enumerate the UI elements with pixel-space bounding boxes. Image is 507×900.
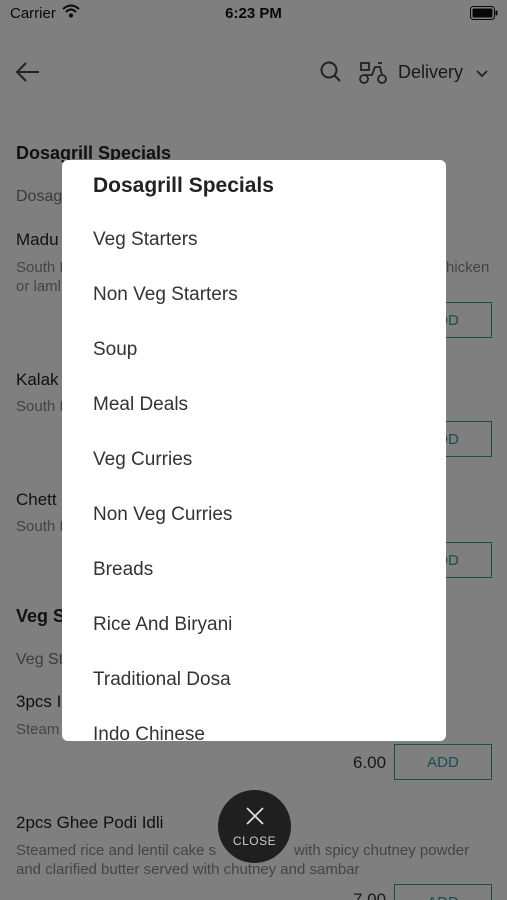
category-item[interactable]: Veg Starters (62, 212, 446, 267)
category-item[interactable]: Non Veg Curries (62, 487, 446, 542)
category-item[interactable]: Meal Deals (62, 377, 446, 432)
category-item[interactable]: Indo Chinese (62, 707, 446, 742)
category-item[interactable]: Rice And Biryani (62, 597, 446, 652)
category-picker-modal: Dosagrill Specials Veg Starters Non Veg … (62, 160, 446, 741)
category-item[interactable]: Soup (62, 322, 446, 377)
close-icon (244, 805, 266, 832)
category-item[interactable]: Non Veg Starters (62, 267, 446, 322)
category-item[interactable]: Veg Curries (62, 432, 446, 487)
close-label: CLOSE (232, 834, 277, 848)
category-item[interactable]: Traditional Dosa (62, 652, 446, 707)
category-item[interactable]: Breads (62, 542, 446, 597)
category-list: Veg Starters Non Veg Starters Soup Meal … (62, 212, 446, 742)
modal-title[interactable]: Dosagrill Specials (93, 174, 274, 198)
close-button[interactable]: CLOSE (218, 790, 291, 863)
